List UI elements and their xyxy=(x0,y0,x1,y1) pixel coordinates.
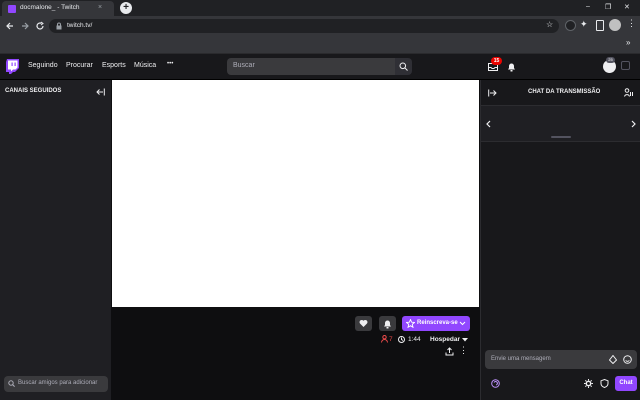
chat-settings-gear-icon[interactable] xyxy=(584,379,593,388)
browser-tab[interactable]: docmalone_ - Twitch × xyxy=(2,1,114,16)
friend-search-icon xyxy=(8,380,15,387)
chat-header: CHAT DA TRANSMISSÃO xyxy=(481,80,640,106)
tab-title: docmalone_ - Twitch xyxy=(20,4,80,11)
heart-icon xyxy=(359,319,368,327)
nav-more-icon[interactable]: ••• xyxy=(167,61,173,67)
share-icon[interactable] xyxy=(445,347,454,356)
friend-search-placeholder: Buscar amigos para adicionar xyxy=(18,380,98,386)
follow-button[interactable] xyxy=(355,316,372,331)
tab-close-icon[interactable]: × xyxy=(98,4,102,11)
uptime-clock-icon xyxy=(398,336,405,343)
twitch-favicon-icon xyxy=(8,5,16,13)
profile-avatar-icon[interactable] xyxy=(609,19,621,31)
nav-music[interactable]: Música xyxy=(134,62,156,69)
chat-panel: CHAT DA TRANSMISSÃO Envie uma mensagem C… xyxy=(480,80,640,400)
restore-icon[interactable]: ❐ xyxy=(605,3,611,11)
reload-icon[interactable] xyxy=(35,21,45,31)
chat-message-input[interactable]: Envie uma mensagem xyxy=(485,350,637,369)
back-icon[interactable] xyxy=(5,21,15,31)
chat-prev-icon[interactable] xyxy=(486,120,491,128)
more-options-icon[interactable]: ⋮ xyxy=(459,345,468,356)
star-icon xyxy=(406,319,415,328)
avatar-badge: 25 xyxy=(606,57,615,63)
viewer-count: 7 xyxy=(389,336,393,343)
new-tab-button[interactable]: + xyxy=(120,2,132,14)
chat-next-icon[interactable] xyxy=(631,120,636,128)
forward-icon[interactable] xyxy=(20,21,30,31)
chat-users-icon[interactable] xyxy=(624,88,633,97)
notifications-button[interactable] xyxy=(379,316,396,331)
bits-icon[interactable] xyxy=(609,355,617,364)
sidebar: CANAIS SEGUIDOS Buscar amigos para adici… xyxy=(0,80,111,400)
bookmarks-overflow-icon[interactable]: » xyxy=(626,38,630,47)
bookmark-star-icon[interactable]: ☆ xyxy=(546,20,553,29)
search-placeholder: Buscar xyxy=(233,62,255,69)
reading-list-icon[interactable] xyxy=(596,20,604,31)
chat-title: CHAT DA TRANSMISSÃO xyxy=(528,89,601,95)
minimize-icon[interactable]: – xyxy=(586,3,590,10)
nav-following[interactable]: Seguindo xyxy=(28,62,58,69)
video-player[interactable] xyxy=(112,80,479,307)
moderation-shield-icon[interactable] xyxy=(600,379,609,388)
inbox-count-badge: 15 xyxy=(491,57,502,65)
nav-esports[interactable]: Esports xyxy=(102,62,126,69)
chevron-down-icon xyxy=(459,321,466,326)
twitch-logo-icon[interactable] xyxy=(6,59,19,74)
extensions-puzzle-icon[interactable]: ✦ xyxy=(580,19,588,30)
search-button[interactable] xyxy=(395,58,412,75)
resubscribe-label: Reinscreva-se xyxy=(417,320,458,326)
followed-channels-heading: CANAIS SEGUIDOS xyxy=(5,88,62,94)
chrome-menu-icon[interactable]: ⋮ xyxy=(627,18,636,29)
uptime-value: 1:44 xyxy=(408,336,421,343)
chat-input-placeholder: Envie uma mensagem xyxy=(491,356,551,362)
search-input[interactable]: Buscar xyxy=(227,58,395,75)
bookmarks-bar: » xyxy=(0,36,640,54)
lock-icon xyxy=(56,22,62,30)
chat-highlight-strip xyxy=(481,106,640,142)
host-button[interactable]: Hospedar xyxy=(430,336,460,343)
bell-icon xyxy=(384,320,391,329)
channel-points-icon[interactable] xyxy=(491,379,500,388)
browser-tab-strip: docmalone_ - Twitch × + – ❐ ✕ xyxy=(0,0,640,16)
browser-toolbar: twitch.tv/ ☆ ✦ ⋮ xyxy=(0,16,640,36)
viewers-icon xyxy=(381,335,388,343)
search-icon xyxy=(399,62,408,71)
nav-browse[interactable]: Procurar xyxy=(66,62,93,69)
address-bar[interactable]: twitch.tv/ ☆ xyxy=(49,19,559,33)
strip-handle[interactable] xyxy=(551,136,571,138)
emote-picker-icon[interactable] xyxy=(623,355,632,364)
close-window-icon[interactable]: ✕ xyxy=(624,3,630,11)
collapse-sidebar-icon[interactable] xyxy=(96,88,105,96)
prime-crown-icon[interactable] xyxy=(621,61,630,70)
notifications-bell-icon[interactable] xyxy=(507,62,516,72)
extension-icon[interactable] xyxy=(565,20,576,31)
friend-search-input[interactable]: Buscar amigos para adicionar xyxy=(4,376,108,392)
resubscribe-button[interactable]: Reinscreva-se xyxy=(402,316,470,331)
collapse-chat-icon[interactable] xyxy=(488,89,497,97)
host-dropdown-icon[interactable] xyxy=(462,338,468,342)
url-text: twitch.tv/ xyxy=(67,22,93,29)
chat-send-button[interactable]: Chat xyxy=(615,376,637,391)
